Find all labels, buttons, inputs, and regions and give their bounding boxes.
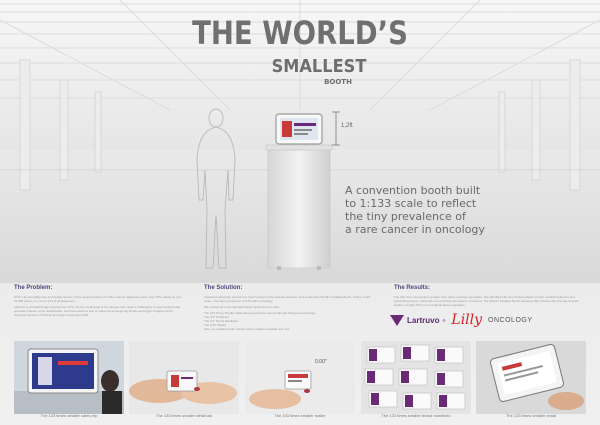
problem-text: STS is an incredibly rare and deadly can… — [14, 295, 182, 303]
tagline-line: a rare cancer in oncology — [345, 223, 485, 236]
thumbnail: The 133 times smaller sales rep — [14, 341, 124, 421]
solution-column: The Solution: Instead of going big, we t… — [204, 285, 374, 331]
brand-manifesto-image — [361, 341, 471, 414]
brand-logos: Lartruvo ® Lilly ONCOLOGY — [390, 312, 533, 328]
tiny-booth — [275, 113, 323, 145]
thumbnail-caption: The 133 times smaller detail aid — [155, 413, 213, 418]
headline: THE WORLD’S SMALLEST BOOTH — [0, 14, 600, 86]
thumbnail: 0.00" The 133 times smaller mailer — [245, 341, 355, 421]
solution-list: The 133 Times Smaller Sales Rep greeted … — [204, 311, 374, 331]
thumbnail-caption: The 133 times smaller sales rep — [40, 413, 98, 418]
solution-text: Instead of going big, we took our booth … — [204, 295, 371, 303]
solution-item: Also, we emailed booth visitors at the s… — [204, 327, 290, 331]
lartruvo-name: Lartruvo — [407, 315, 440, 325]
problem-text: Lartruvo is a breakthrough treatment for… — [14, 305, 181, 317]
tagline-line: the tiny prevalence of — [345, 210, 466, 223]
thumbnail-caption: The 133 times smaller brand manifesto — [381, 413, 451, 418]
sales-rep-image — [14, 341, 124, 414]
ad-board: THE WORLD’S SMALLEST BOOTH 1,2ft A conve… — [0, 0, 600, 425]
booth-pedestal — [267, 147, 331, 269]
mailer-size-label: 0.00" — [315, 359, 327, 365]
oncology-label: ONCOLOGY — [488, 316, 533, 324]
headline-line-2: SMALLEST — [271, 56, 367, 77]
thumbnail: The 133 times smaller detail aid — [129, 341, 239, 421]
results-text: The Lilly Onc community is smaller than … — [394, 295, 579, 307]
solution-heading: The Solution: — [204, 285, 243, 291]
tagline-line: A convention booth built — [345, 184, 481, 197]
solution-text: We created all of the standard booth tac… — [204, 305, 280, 309]
headline-line-1: THE WORLD’S — [192, 14, 408, 52]
thumbnail-caption: The 133 times smaller mailer — [274, 413, 326, 418]
case-study-section: The Problem: STS is an incredibly rare a… — [0, 283, 600, 425]
lartruvo-mark-icon — [390, 314, 404, 326]
headline-line-3: BOOTH — [324, 78, 352, 86]
tagline: A convention booth built to 1:133 scale … — [345, 184, 585, 236]
email-image — [476, 341, 586, 414]
thumbnail: The 133 times smaller brand manifesto — [361, 341, 471, 421]
mailer-image: 0.00" — [245, 341, 355, 414]
thumbnail: The 133 times smaller email — [476, 341, 586, 421]
problem-column: The Problem: STS is an incredibly rare a… — [14, 285, 184, 319]
thumbnail-strip: The 133 times smaller sales rep The 133 … — [14, 341, 586, 421]
detail-aid-image — [129, 341, 239, 414]
tagline-line: to 1:133 scale to reflect — [345, 197, 477, 210]
results-heading: The Results: — [394, 285, 431, 291]
problem-heading: The Problem: — [14, 285, 53, 291]
thumbnail-caption: The 133 times smaller email — [505, 413, 557, 418]
lartruvo-logo: Lartruvo ® — [390, 314, 446, 326]
lilly-logo: Lilly — [451, 312, 483, 328]
height-label: 1,2ft — [341, 123, 353, 129]
results-column: The Results: The Lilly Onc community is … — [394, 285, 586, 309]
registered-mark: ® — [442, 317, 446, 323]
